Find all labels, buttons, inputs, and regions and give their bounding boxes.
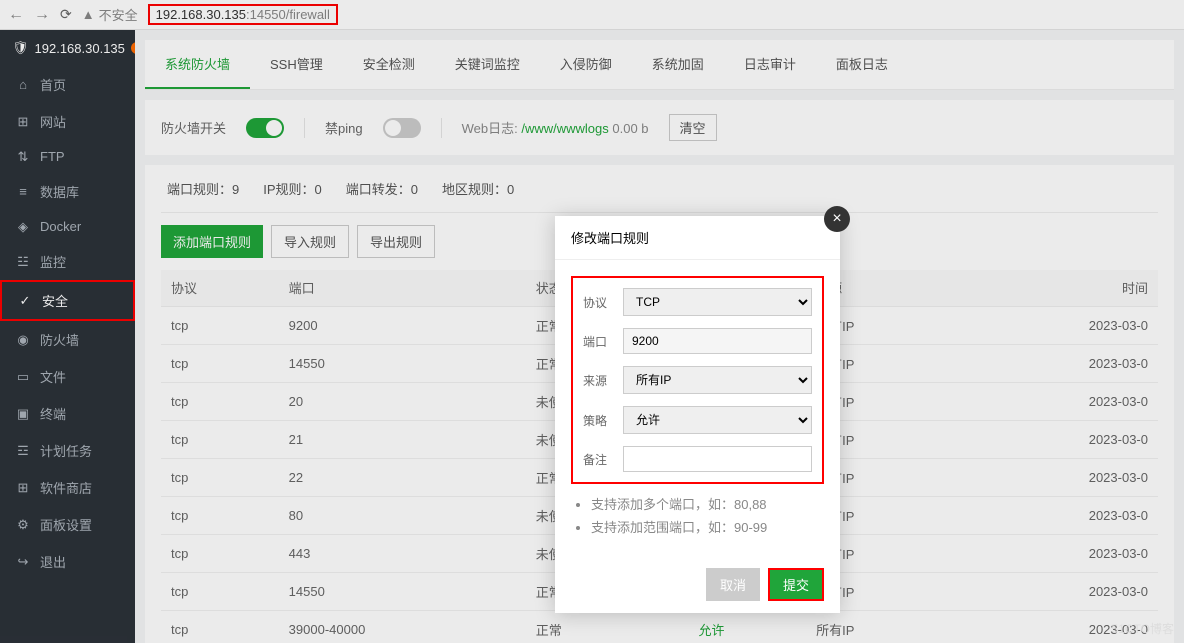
policy-select[interactable]: 允许 [623, 406, 812, 434]
submit-button[interactable]: 提交 [768, 568, 824, 601]
proto-select[interactable]: TCP [623, 288, 812, 316]
modal-body: 协议 TCP 端口 来源 所有IP 策略 允许 备注 支持添加多个端口，如：80… [555, 260, 840, 556]
remark-label: 备注 [583, 451, 613, 468]
hint-item: 支持添加多个端口，如：80,88 [591, 494, 824, 513]
edit-port-rule-modal: × 修改端口规则 协议 TCP 端口 来源 所有IP 策略 允许 备注 [555, 216, 840, 613]
source-label: 来源 [583, 372, 613, 389]
port-input[interactable] [623, 328, 812, 354]
form-highlight: 协议 TCP 端口 来源 所有IP 策略 允许 备注 [571, 276, 824, 484]
cancel-button[interactable]: 取消 [706, 568, 760, 601]
hints: 支持添加多个端口，如：80,88 支持添加范围端口，如：90-99 [591, 494, 824, 536]
modal-footer: 取消 提交 [555, 556, 840, 613]
policy-label: 策略 [583, 412, 613, 429]
hint-item: 支持添加范围端口，如：90-99 [591, 517, 824, 536]
proto-label: 协议 [583, 294, 613, 311]
source-select[interactable]: 所有IP [623, 366, 812, 394]
modal-title: 修改端口规则 [571, 228, 649, 247]
remark-input[interactable] [623, 446, 812, 472]
port-label: 端口 [583, 333, 613, 350]
close-icon[interactable]: × [824, 206, 850, 232]
modal-header: 修改端口规则 [555, 216, 840, 260]
watermark: 51CTO博客 [1112, 620, 1174, 637]
